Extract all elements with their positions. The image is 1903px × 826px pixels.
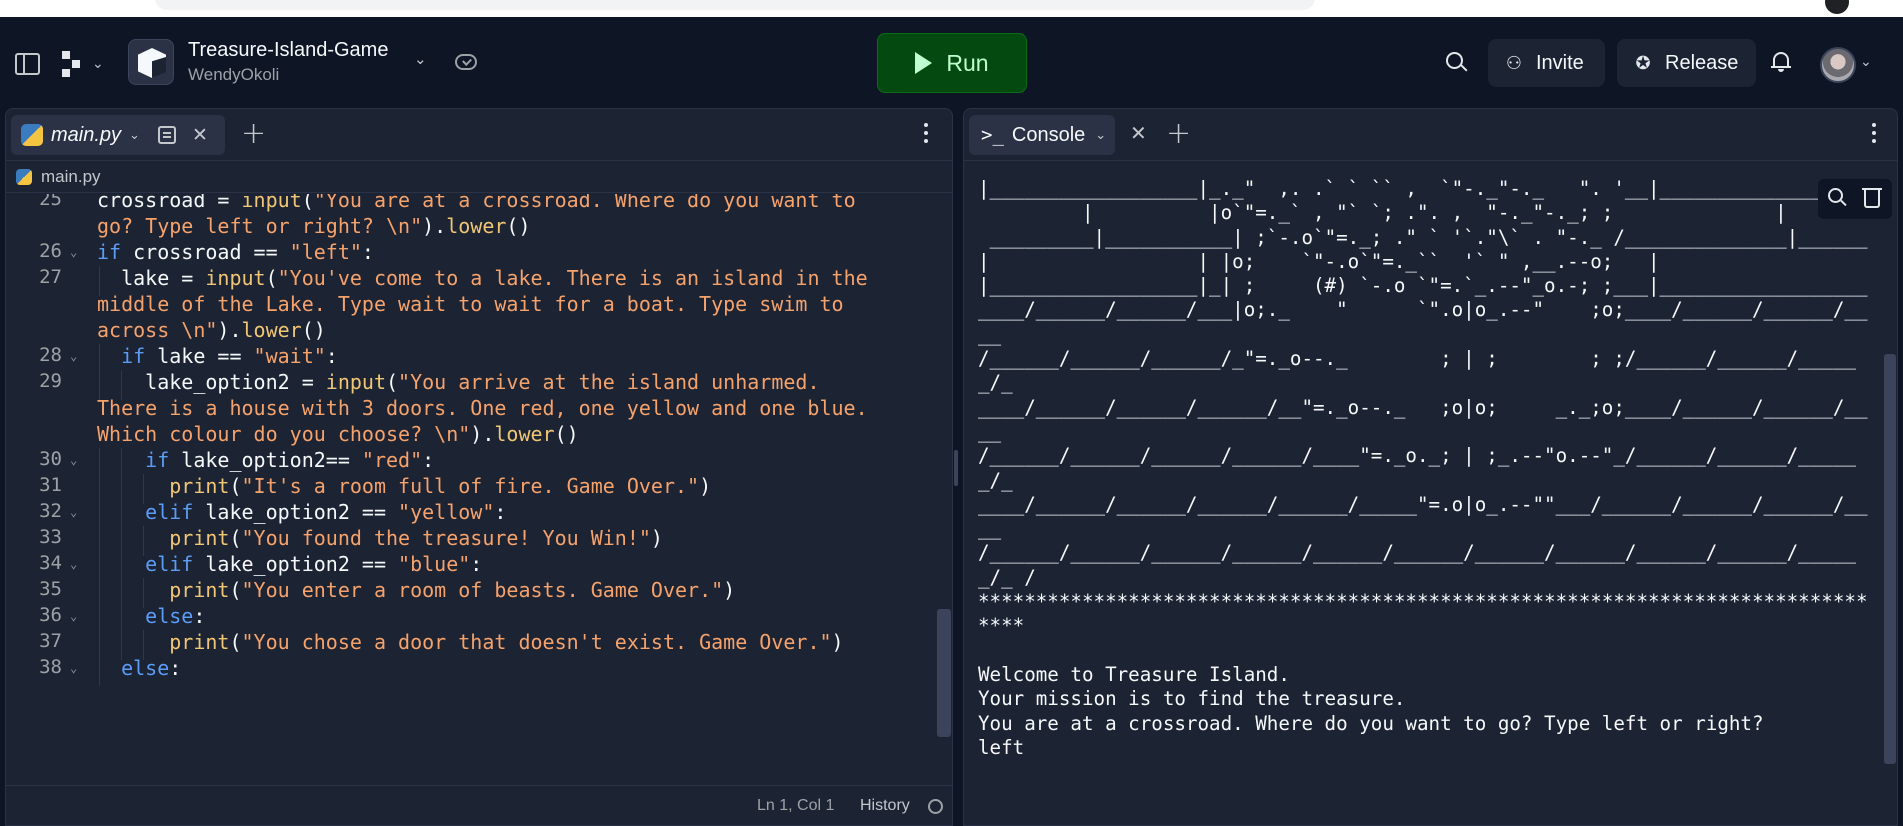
console-panel: >_ Console ⌄ ✕ + |__________________|_._… — [963, 108, 1898, 826]
close-icon[interactable]: ✕ — [1130, 121, 1147, 145]
chevron-down-icon[interactable]: ⌄ — [414, 50, 427, 68]
console-tabbar: >_ Console ⌄ ✕ + — [964, 109, 1897, 161]
play-icon — [915, 52, 933, 74]
avatar[interactable] — [1820, 47, 1856, 83]
file-outline-icon[interactable] — [157, 126, 176, 144]
code-text: print("You found the treasure! You Win!"… — [169, 526, 663, 550]
code-text: elif lake_option2 == "yellow": — [97, 500, 507, 524]
line-number: 26 — [39, 240, 62, 262]
python-icon — [21, 124, 43, 146]
terminal-icon: >_ — [981, 124, 1004, 146]
editor-statusbar: Ln 1, Col 1 History — [6, 785, 952, 825]
line-number: 27 — [39, 266, 62, 288]
breadcrumb-file[interactable]: main.py — [41, 167, 101, 187]
more-options-icon[interactable] — [924, 123, 928, 145]
fold-chevron-icon[interactable]: ⌄ — [70, 609, 77, 623]
browser-profile-icon[interactable] — [1825, 0, 1849, 14]
breadcrumb: main.py — [6, 161, 952, 193]
bell-icon[interactable] — [1771, 51, 1791, 72]
editor-panel: main.py ⌄ ✕ + main.py 25 crossroad = inpu… — [5, 108, 953, 826]
console-output[interactable]: |__________________|_._" ,. .` ` `` , `"… — [978, 177, 1868, 760]
code-text: across \n").lower() — [97, 318, 326, 342]
code-text: lake_option2 = input("You arrive at the … — [97, 370, 820, 394]
fold-chevron-icon[interactable]: ⌄ — [70, 245, 77, 259]
cursor-position[interactable]: Ln 1, Col 1 — [757, 797, 834, 815]
code-text: print("You chose a door that doesn't exi… — [169, 630, 844, 654]
fold-chevron-icon[interactable]: ⌄ — [70, 505, 77, 519]
line-number: 38 — [39, 656, 62, 678]
tab-label: Console — [1011, 123, 1086, 146]
more-options-icon[interactable] — [1872, 123, 1876, 145]
code-text: lake = input("You've come to a lake. The… — [97, 266, 868, 290]
line-number: 29 — [39, 370, 62, 392]
line-number: 28 — [39, 344, 62, 366]
code-text: crossroad = input("You are at a crossroa… — [97, 194, 856, 212]
saved-check-icon — [455, 54, 477, 70]
release-button[interactable]: ✪ Release — [1617, 39, 1756, 87]
add-user-icon: ⚇ — [1505, 53, 1523, 73]
workspace-menu-icon[interactable]: ⌄ — [62, 51, 106, 77]
top-bar: ⌄ Treasure-Island-Game WendyOkoli ⌄ Run … — [0, 17, 1903, 108]
repl-title[interactable]: Treasure-Island-Game — [188, 39, 388, 62]
editor-scrollbar[interactable] — [937, 609, 951, 737]
code-text: print("It's a room full of fire. Game Ov… — [169, 474, 712, 498]
repl-language-icon — [128, 39, 174, 85]
invite-button-label: Invite — [1536, 51, 1584, 74]
line-number: 25 — [39, 194, 62, 210]
line-number: 35 — [39, 578, 62, 600]
history-button[interactable]: History — [860, 797, 910, 815]
console-scrollbar[interactable] — [1884, 354, 1896, 764]
close-icon[interactable]: ✕ — [192, 124, 208, 146]
invite-button[interactable]: ⚇ Invite — [1488, 39, 1605, 87]
sidebar-toggle-icon[interactable] — [15, 53, 40, 75]
search-icon[interactable] — [1828, 188, 1848, 208]
console-toolbar — [1818, 179, 1892, 219]
tab-console[interactable]: >_ Console ⌄ — [969, 115, 1115, 155]
fold-chevron-icon[interactable]: ⌄ — [70, 453, 77, 467]
python-icon — [16, 168, 32, 185]
panel-resize-handle[interactable] — [954, 450, 958, 486]
code-text: middle of the Lake. Type wait to wait fo… — [97, 292, 844, 316]
code-text: if lake_option2== "red": — [97, 448, 435, 472]
code-line[interactable]: 38 ⌄ else: — [6, 656, 946, 686]
add-tab-icon[interactable]: + — [241, 116, 266, 151]
code-text: if crossroad == "left": — [97, 240, 374, 264]
line-number: 36 — [39, 604, 62, 626]
fold-chevron-icon[interactable]: ⌄ — [70, 557, 77, 571]
line-number: 31 — [39, 474, 62, 496]
code-editor[interactable]: 25 crossroad = input("You are at a crossr… — [6, 194, 946, 777]
rocket-icon: ✪ — [1635, 53, 1651, 73]
chevron-down-icon[interactable]: ⌄ — [1860, 54, 1872, 70]
tab-main-py[interactable]: main.py ⌄ ✕ — [11, 115, 225, 155]
search-icon[interactable] — [1446, 52, 1468, 74]
code-text: Which colour do you choose? \n").lower() — [97, 422, 579, 446]
line-number: 33 — [39, 526, 62, 548]
browser-chrome-strip — [0, 0, 1903, 17]
editor-tabbar: main.py ⌄ ✕ + — [6, 109, 952, 161]
fold-chevron-icon[interactable]: ⌄ — [70, 661, 77, 675]
line-number: 37 — [39, 630, 62, 652]
code-text: else: — [97, 604, 206, 628]
line-number: 32 — [39, 500, 62, 522]
code-text: else: — [97, 656, 182, 680]
release-button-label: Release — [1665, 51, 1739, 74]
chevron-down-icon[interactable]: ⌄ — [129, 128, 140, 143]
add-tab-icon[interactable]: + — [1166, 116, 1191, 151]
code-text: elif lake_option2 == "blue": — [97, 552, 483, 576]
code-text: There is a house with 3 doors. One red, … — [97, 396, 868, 420]
code-text: if lake == "wait": — [97, 344, 338, 368]
line-number: 30 — [39, 448, 62, 470]
browser-address-bar[interactable] — [155, 0, 1315, 10]
run-button[interactable]: Run — [877, 33, 1027, 93]
run-button-label: Run — [946, 49, 989, 76]
history-icon[interactable] — [928, 799, 943, 814]
code-text: print("You enter a room of beasts. Game … — [169, 578, 736, 602]
line-number: 34 — [39, 552, 62, 574]
repl-owner[interactable]: WendyOkoli — [188, 65, 279, 85]
tab-label: main.py — [51, 123, 122, 146]
code-text: go? Type left or right? \n").lower() — [97, 214, 531, 238]
fold-chevron-icon[interactable]: ⌄ — [70, 349, 77, 363]
chevron-down-icon[interactable]: ⌄ — [1095, 128, 1106, 143]
trash-icon[interactable] — [1862, 188, 1882, 208]
